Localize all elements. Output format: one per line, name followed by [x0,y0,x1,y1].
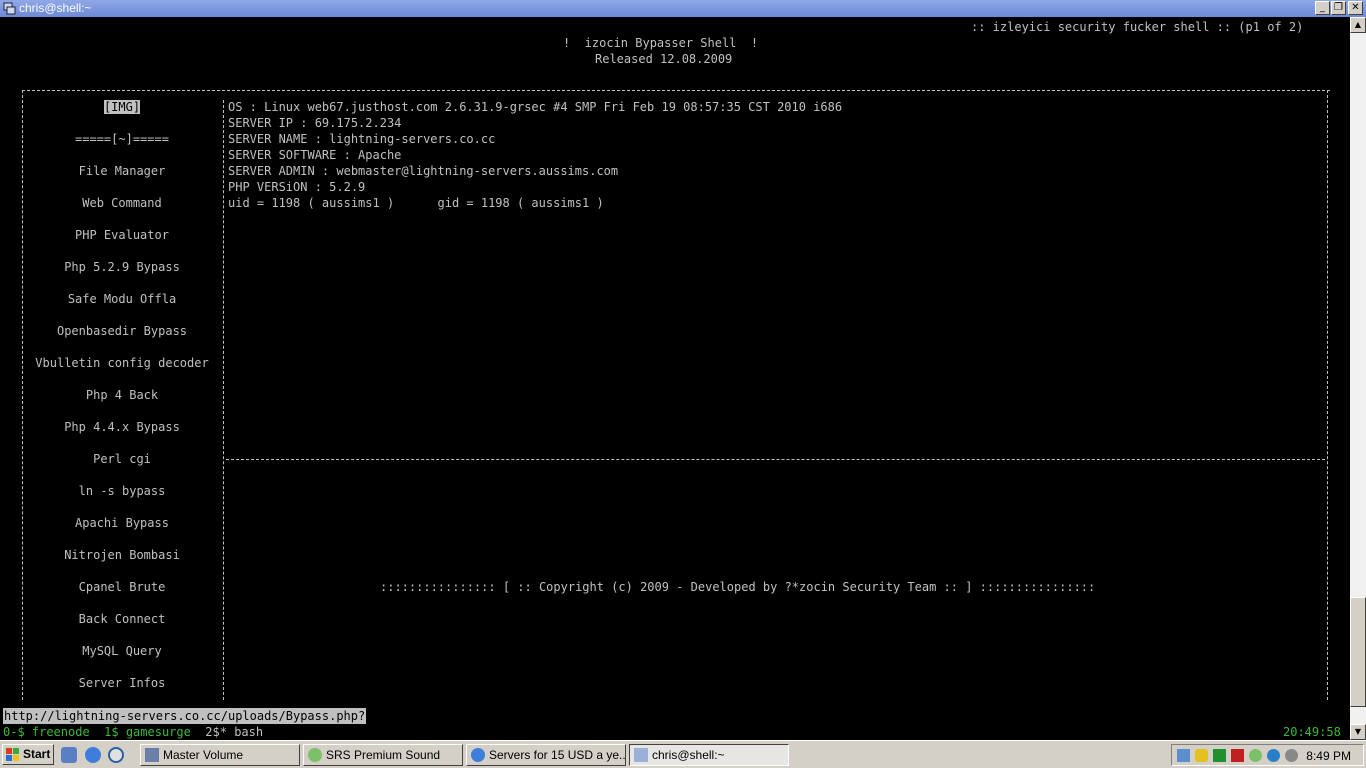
menu-item-ln-s-bypass[interactable]: ln -s bypass [22,483,222,499]
task-srs-premium-sound[interactable]: SRS Premium Sound [303,744,463,766]
task-label: Servers for 15 USD a ye... [489,748,626,762]
task-browser[interactable]: Servers for 15 USD a ye... [466,744,626,766]
media-player-icon[interactable] [108,747,124,763]
task-master-volume[interactable]: Master Volume [140,744,300,766]
menu-item-safe-mode-off[interactable]: Safe Modu Offla [22,291,222,307]
frame-top-border [22,90,1330,91]
srs-icon [308,748,322,762]
frame-right-border [1327,90,1328,700]
server-name: SERVER NAME : lightning-servers.co.cc [228,132,496,146]
menu-item-perl-cgi[interactable]: Perl cgi [22,451,222,467]
screen-window-list: 0-$ freenode 1$ gamesurge 2$* bash [3,724,263,740]
windows-logo-icon [6,748,19,761]
minimize-button[interactable]: _ [1315,1,1330,15]
terminal[interactable]: :: izleyici security fucker shell :: (p1… [0,17,1350,740]
task-putty-shell[interactable]: chris@shell:~ [629,744,789,766]
close-button[interactable]: ✕ [1348,1,1363,15]
menu-separator: =====[~]===== [75,132,169,146]
uid-gid: uid = 1198 ( aussims1 ) gid = 1198 ( aus… [228,196,604,210]
screen-clock: 20:49:58 [1283,725,1341,739]
window-titlebar[interactable]: chris@shell:~ _ ❐ ✕ [0,0,1366,17]
server-admin: SERVER ADMIN : webmaster@lightning-serve… [228,164,619,178]
security-shield-icon[interactable] [1195,749,1208,762]
menu-item-nitrojen-bombasi[interactable]: Nitrojen Bombasi [22,547,222,563]
menu-item-file-manager[interactable]: File Manager [22,163,222,179]
menu-item-apachi-bypass[interactable]: Apachi Bypass [22,515,222,531]
menu-item-server-infos[interactable]: Server Infos [22,675,222,691]
srs-tray-icon[interactable] [1249,749,1262,762]
green-status-icon[interactable] [1213,749,1226,762]
taskbar-clock[interactable]: 8:49 PM [1306,748,1351,764]
putty-icon [634,748,648,762]
server-ip: SERVER IP : 69.175.2.234 [228,116,402,130]
image-link[interactable]: [IMG] [22,99,222,115]
task-label: chris@shell:~ [652,748,725,762]
speaker-icon[interactable] [1231,749,1244,762]
internet-explorer-icon[interactable] [85,747,101,763]
scroll-up-arrow[interactable]: ▲ [1350,17,1366,33]
os-info: OS : Linux web67.justhost.com 2.6.31.9-g… [228,100,843,114]
php-version: PHP VERSiON : 5.2.9 [228,180,366,194]
content-divider [226,459,1325,460]
window-title: chris@shell:~ [19,1,92,15]
menu-item-web-command[interactable]: Web Command [22,195,222,211]
shell-header-right: :: izleyici security fucker shell :: (p1… [971,20,1304,34]
start-label: Start [23,747,51,761]
menu-item-vbulletin-decoder[interactable]: Vbulletin config decoder [22,355,222,371]
show-desktop-icon[interactable] [61,747,77,763]
menu-item-php-evaluator[interactable]: PHP Evaluator [22,227,222,243]
putty-icon [3,2,16,15]
menu-item-php4-back[interactable]: Php 4 Back [22,387,222,403]
messenger-icon[interactable] [1267,749,1280,762]
scroll-down-arrow[interactable]: ▼ [1350,724,1366,740]
task-label: SRS Premium Sound [326,748,441,762]
taskbar: Start Master Volume SRS Premium Sound Se… [0,740,1366,768]
menu-item-back-connect[interactable]: Back Connect [22,611,222,627]
restore-button[interactable]: ❐ [1331,1,1346,15]
copyright-notice: :::::::::::::::: [ :: Copyright (c) 2009… [380,580,1096,594]
menu-item-cpanel-brute[interactable]: Cpanel Brute [22,579,222,595]
internet-explorer-icon [471,748,485,762]
start-button[interactable]: Start [2,744,54,765]
menu-divider [223,100,224,700]
shell-title: ! izocin Bypasser Shell ! [563,36,759,50]
menu-item-php44x-bypass[interactable]: Php 4.4.x Bypass [22,419,222,435]
status-url[interactable]: http://lightning-servers.co.cc/uploads/B… [3,708,367,724]
task-label: Master Volume [163,748,244,762]
screen-current-window[interactable]: 2$* bash [205,725,263,739]
screen-windows[interactable]: 0-$ freenode 1$ gamesurge [3,725,205,739]
server-software: SERVER SOFTWARE : Apache [228,148,402,162]
menu-item-php529-bypass[interactable]: Php 5.2.9 Bypass [22,259,222,275]
volume-control-icon [145,748,159,762]
menu-item-openbasedir-bypass[interactable]: Openbasedir Bypass [22,323,222,339]
scroll-thumb[interactable] [1350,597,1366,707]
menu-item-mysql-query[interactable]: MySQL Query [22,643,222,659]
system-tray: 8:49 PM [1171,744,1364,766]
release-date: Released 12.08.2009 [595,52,733,66]
network-icon[interactable] [1177,749,1190,762]
tray-app-icon[interactable] [1285,749,1298,762]
terminal-scrollbar[interactable]: ▲ ▼ [1350,17,1366,740]
